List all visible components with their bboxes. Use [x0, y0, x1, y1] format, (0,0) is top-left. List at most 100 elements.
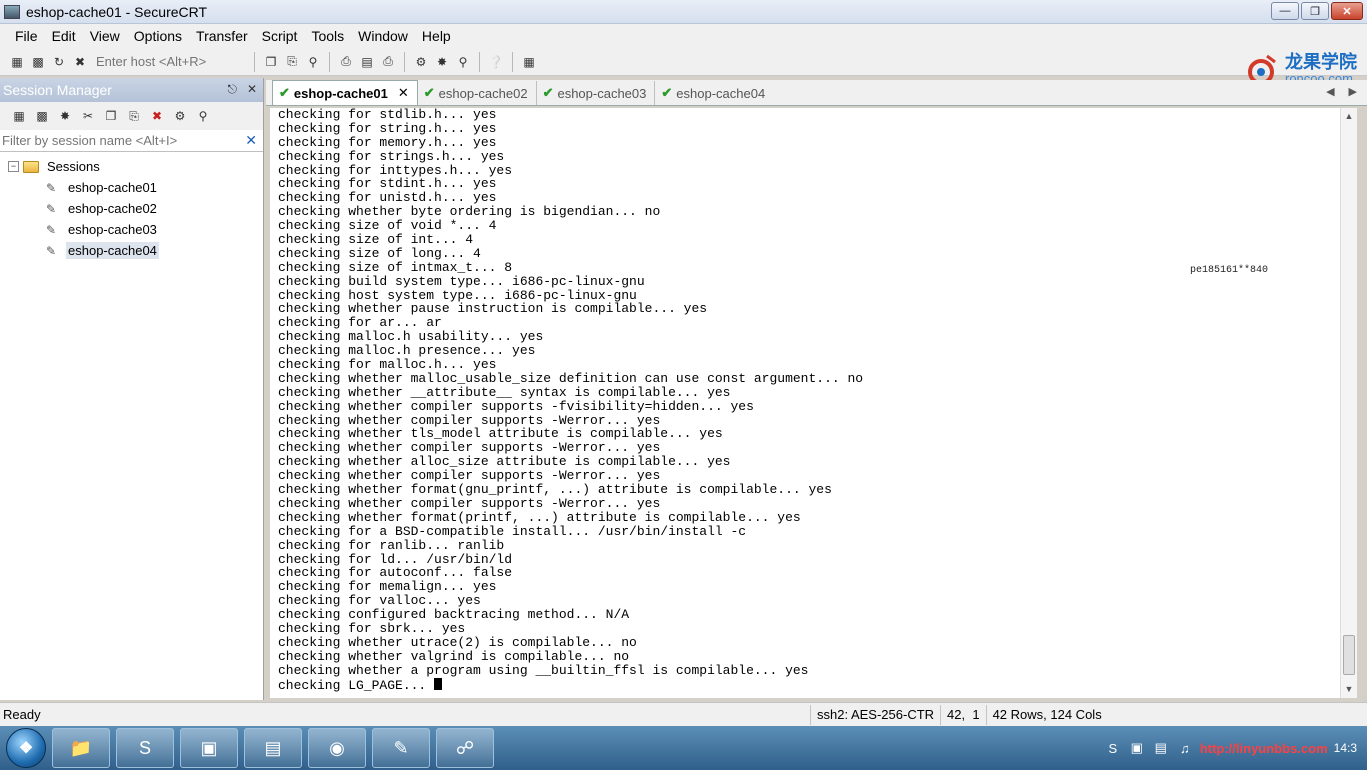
start-button[interactable]: ❖: [6, 728, 46, 768]
close-tab-icon[interactable]: ✕: [398, 85, 409, 101]
taskbar-sublime-icon[interactable]: S: [116, 728, 174, 768]
tab-label: eshop-cache01: [293, 85, 388, 101]
pin-icon[interactable]: ⎋: [227, 82, 237, 97]
session-options-icon[interactable]: ⚙: [412, 53, 430, 71]
session-item-eshop-cache04[interactable]: ✎ eshop-cache04: [0, 240, 263, 261]
tab-eshop-cache02[interactable]: ✔ eshop-cache02: [418, 81, 537, 105]
copy-session-icon[interactable]: ❐: [102, 107, 120, 125]
new-session-icon[interactable]: ✸: [56, 107, 74, 125]
properties-icon[interactable]: ⚙: [171, 107, 189, 125]
session-icon: ✎: [46, 222, 57, 237]
monitor-icon[interactable]: ▣: [1128, 739, 1146, 757]
taskbar-editor-icon[interactable]: ✎: [372, 728, 430, 768]
menu-help[interactable]: Help: [415, 28, 458, 44]
taskbar-securefx-icon[interactable]: ☍: [436, 728, 494, 768]
tab-eshop-cache03[interactable]: ✔ eshop-cache03: [537, 81, 656, 105]
print-icon[interactable]: ⎙: [379, 53, 397, 71]
menu-edit[interactable]: Edit: [45, 28, 83, 44]
menu-tools[interactable]: Tools: [304, 28, 351, 44]
global-options-icon[interactable]: ✸: [433, 53, 451, 71]
keypad-icon[interactable]: ▦: [520, 53, 538, 71]
terminal-line: checking build system type... i686-pc-li…: [278, 273, 645, 289]
restore-button[interactable]: ❐: [1301, 2, 1329, 20]
connect-icon[interactable]: ▦: [8, 53, 26, 71]
scroll-down-icon[interactable]: ▼: [1341, 681, 1357, 698]
taskbar-securecrt-icon[interactable]: ▤: [244, 728, 302, 768]
terminal-line: checking whether format(gnu_printf, ...)…: [278, 482, 832, 498]
collapse-icon[interactable]: −: [8, 161, 19, 172]
session-manager-title: Session Manager: [3, 82, 112, 98]
scrollbar-thumb[interactable]: [1343, 635, 1355, 675]
tab-scroll-left-icon[interactable]: ◀: [1326, 85, 1334, 98]
terminal-line: checking whether utrace(2) is compilable…: [278, 634, 637, 650]
status-bar: Ready ssh2: AES-256-CTR 42, 1 42 Rows, 1…: [0, 702, 1367, 726]
quick-connect-icon[interactable]: ▩: [29, 53, 47, 71]
keymap-icon[interactable]: ⚲: [454, 53, 472, 71]
connect-tab-icon[interactable]: ▩: [33, 107, 51, 125]
paste-icon[interactable]: ⎘: [283, 53, 301, 71]
tab-scroll-right-icon[interactable]: ▶: [1349, 85, 1357, 98]
minimize-button[interactable]: —: [1271, 2, 1299, 20]
tab-eshop-cache04[interactable]: ✔ eshop-cache04: [655, 81, 773, 105]
enter-host-input[interactable]: [92, 51, 247, 72]
terminal-scrollbar[interactable]: ▲ ▼: [1340, 108, 1357, 698]
print-screen-icon[interactable]: ⎙: [337, 53, 355, 71]
menu-options[interactable]: Options: [127, 28, 189, 44]
disconnect-icon[interactable]: ✖: [71, 53, 89, 71]
copy-icon[interactable]: ❐: [262, 53, 280, 71]
session-item-eshop-cache01[interactable]: ✎ eshop-cache01: [0, 177, 263, 198]
taskbar-virtualbox-icon[interactable]: ▣: [180, 728, 238, 768]
connected-check-icon: ✔: [279, 85, 290, 100]
main-toolbar: ▦ ▩ ↻ ✖ ❐ ⎘ ⚲ ⎙ ▤ ⎙ ⚙ ✸ ⚲ ❔ ▦: [0, 48, 1367, 76]
menu-script[interactable]: Script: [255, 28, 305, 44]
sessions-folder[interactable]: − Sessions: [0, 156, 263, 177]
menu-file[interactable]: File: [8, 28, 45, 44]
clear-filter-icon[interactable]: ✕: [245, 132, 257, 149]
taskbar-explorer-icon[interactable]: 📁: [52, 728, 110, 768]
session-item-eshop-cache02[interactable]: ✎ eshop-cache02: [0, 198, 263, 219]
toolbar-separator: [329, 51, 330, 72]
cut-icon[interactable]: ✂: [79, 107, 97, 125]
taskbar-chrome-icon[interactable]: ◉: [308, 728, 366, 768]
reconnect-icon[interactable]: ↻: [50, 53, 68, 71]
scroll-up-icon[interactable]: ▲: [1341, 108, 1357, 125]
find-icon[interactable]: ⚲: [304, 53, 322, 71]
system-clock[interactable]: 14:3: [1334, 741, 1357, 755]
delete-icon[interactable]: ✖: [148, 107, 166, 125]
session-item-eshop-cache03[interactable]: ✎ eshop-cache03: [0, 219, 263, 240]
session-filter-input[interactable]: [0, 130, 240, 151]
menu-window[interactable]: Window: [351, 28, 415, 44]
terminal-line: checking malloc.h presence... yes: [278, 343, 536, 359]
terminal-line: checking host system type... i686-pc-lin…: [278, 287, 637, 303]
connect-session-icon[interactable]: ▦: [10, 107, 28, 125]
network-icon[interactable]: ▤: [1152, 739, 1170, 757]
print-selection-icon[interactable]: ▤: [358, 53, 376, 71]
terminal-line: checking whether compiler supports -Werr…: [278, 412, 661, 428]
menu-transfer[interactable]: Transfer: [189, 28, 255, 44]
terminal-line: checking whether compiler supports -Werr…: [278, 468, 661, 484]
terminal-line: checking for a BSD-compatible install...…: [278, 523, 747, 539]
sogou-input-icon[interactable]: S: [1104, 739, 1122, 757]
terminal-line: checking for ranlib... ranlib: [278, 537, 505, 553]
toolbar-separator: [254, 51, 255, 72]
close-panel-icon[interactable]: ✕: [247, 82, 257, 97]
session-label: eshop-cache04: [66, 242, 159, 259]
terminal-line: checking for strings.h... yes: [278, 148, 505, 164]
terminal-prompt-line: checking LG_PAGE...: [270, 677, 1340, 692]
securecrt-app-icon[interactable]: [4, 4, 20, 19]
terminal-line: checking whether tls_model attribute is …: [278, 426, 723, 442]
toolbar-separator: [404, 51, 405, 72]
status-terminal-size: 42 Rows, 124 Cols: [985, 704, 1108, 725]
find-session-icon[interactable]: ⚲: [194, 107, 212, 125]
tab-eshop-cache01[interactable]: ✔ eshop-cache01 ✕: [272, 80, 418, 105]
terminal-output[interactable]: checking for stdlib.h... yes checking for…: [270, 108, 1340, 698]
session-icon: ✎: [46, 180, 57, 195]
terminal-line: checking size of intmax_t... 8: [278, 259, 513, 275]
terminal-line: checking for memalign... yes: [278, 579, 497, 595]
volume-icon[interactable]: ♫: [1176, 739, 1194, 757]
paste-session-icon[interactable]: ⎘: [125, 107, 143, 125]
menu-view[interactable]: View: [83, 28, 127, 44]
close-button[interactable]: ✕: [1331, 2, 1363, 20]
session-label: eshop-cache02: [68, 201, 157, 216]
help-icon[interactable]: ❔: [487, 53, 505, 71]
